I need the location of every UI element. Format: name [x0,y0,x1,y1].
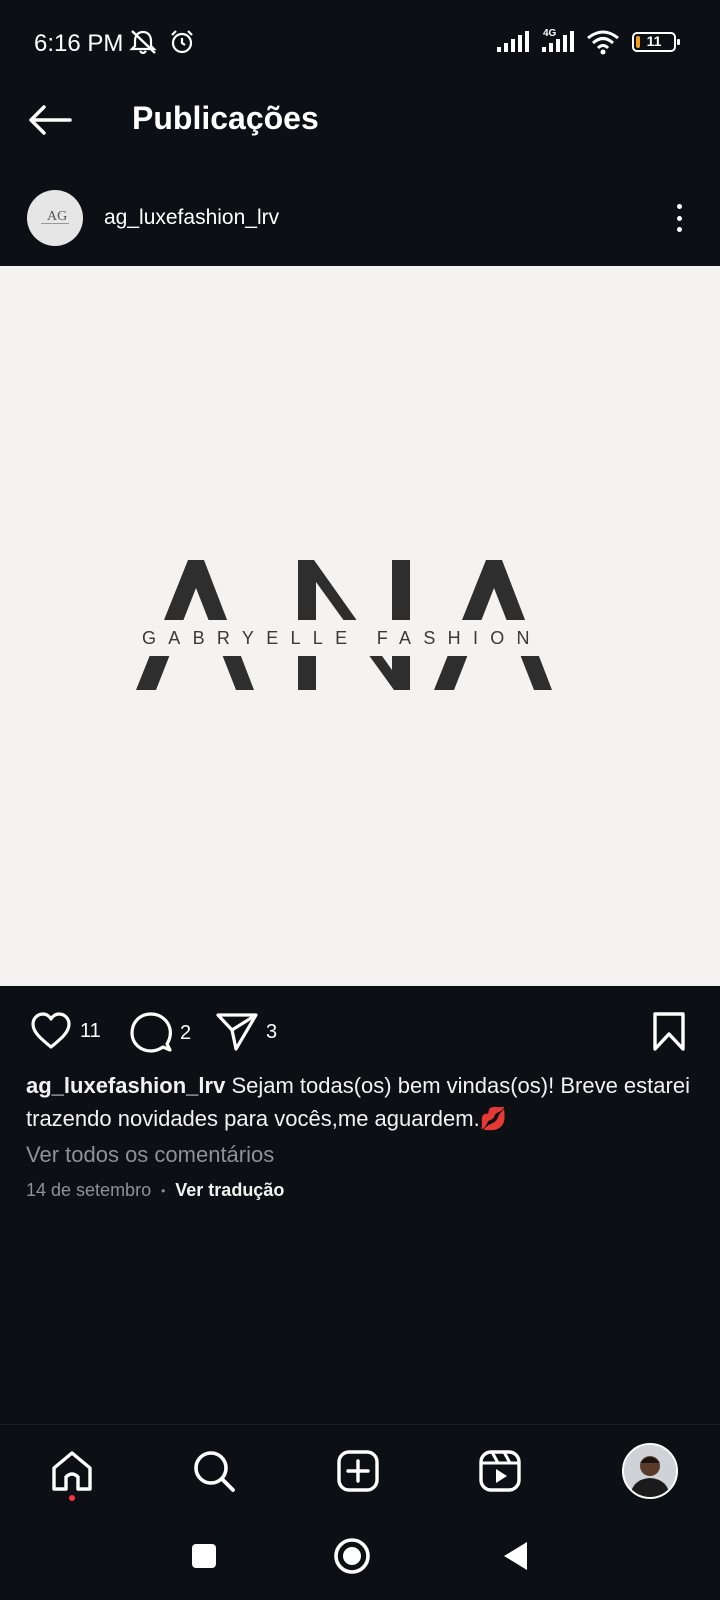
post-actions: 11 2 3 [0,1006,720,1062]
create-post-icon [337,1450,379,1492]
like-button[interactable]: 11 [30,1012,101,1050]
brand-logo: GABRYELLE FASHION [136,560,586,705]
see-translation-link[interactable]: Ver tradução [175,1180,284,1201]
more-dot-icon [676,227,682,232]
search-icon [194,1451,235,1492]
screen: 6:16 PM 4G 11 Publicações AG ag_luxefash… [0,0,720,1600]
brand-logo-text: GABRYELLE FASHION [142,628,542,648]
mute-notifications-icon [128,28,158,56]
more-dot-icon [676,204,682,209]
back-button[interactable] [24,98,76,142]
recents-button[interactable] [184,1536,224,1576]
system-back-button[interactable] [496,1536,536,1576]
page-title: Publicações [132,100,319,136]
header: Publicações [0,80,720,160]
post-meta: 14 de setembro • Ver tradução [26,1180,284,1201]
signal-4g-icon [541,28,575,56]
nav-profile-avatar[interactable] [622,1443,678,1499]
more-options-button[interactable] [666,200,692,236]
reels-icon [479,1450,521,1492]
signal-icon [496,28,530,56]
post-author-username[interactable]: ag_luxefashion_lrv [104,206,279,230]
home-icon [52,1451,92,1491]
home-button[interactable] [332,1536,372,1576]
home-circle-icon [334,1538,370,1574]
bookmark-icon [653,1012,685,1051]
heart-icon [31,1012,71,1049]
nav-create[interactable] [332,1445,384,1497]
view-all-comments-link[interactable]: Ver todos os comentários [26,1142,274,1168]
like-count: 11 [80,1019,101,1042]
brand-logo-mini-icon: AG [41,209,69,224]
back-triangle-icon [504,1542,527,1570]
send-icon [216,1013,258,1051]
post-date: 14 de setembro [26,1180,152,1200]
post-caption: ag_luxefashion_lrv Sejam todas(os) bem v… [26,1069,696,1135]
profile-photo-icon [624,1445,676,1497]
nav-search[interactable] [188,1445,240,1497]
recents-square-icon [192,1544,216,1568]
comment-icon [130,1012,172,1053]
system-nav [0,1518,720,1600]
caption-username[interactable]: ag_luxefashion_lrv [26,1073,225,1098]
separator-dot: • [161,1183,166,1198]
more-dot-icon [676,215,682,221]
battery-percent: 11 [646,33,662,49]
status-time: 6:16 PM [34,30,124,57]
share-count: 3 [266,1020,278,1043]
back-arrow-icon [29,105,72,135]
comment-count: 2 [180,1021,192,1044]
alarm-icon [168,28,196,56]
wifi-icon [586,28,620,56]
save-button[interactable] [652,1012,686,1052]
post-author-avatar[interactable]: AG [27,190,83,246]
share-button[interactable]: 3 [216,1012,277,1052]
battery-icon: 11 [632,32,680,52]
nav-reels[interactable] [474,1445,526,1497]
nav-home[interactable] [46,1445,98,1501]
status-bar: 6:16 PM 4G 11 [0,0,720,80]
svg-text:AG: AG [47,209,67,224]
comment-button[interactable]: 2 [130,1012,191,1054]
notification-dot [69,1495,75,1501]
post-header: AG ag_luxefashion_lrv [0,180,720,266]
bottom-nav [0,1424,720,1518]
